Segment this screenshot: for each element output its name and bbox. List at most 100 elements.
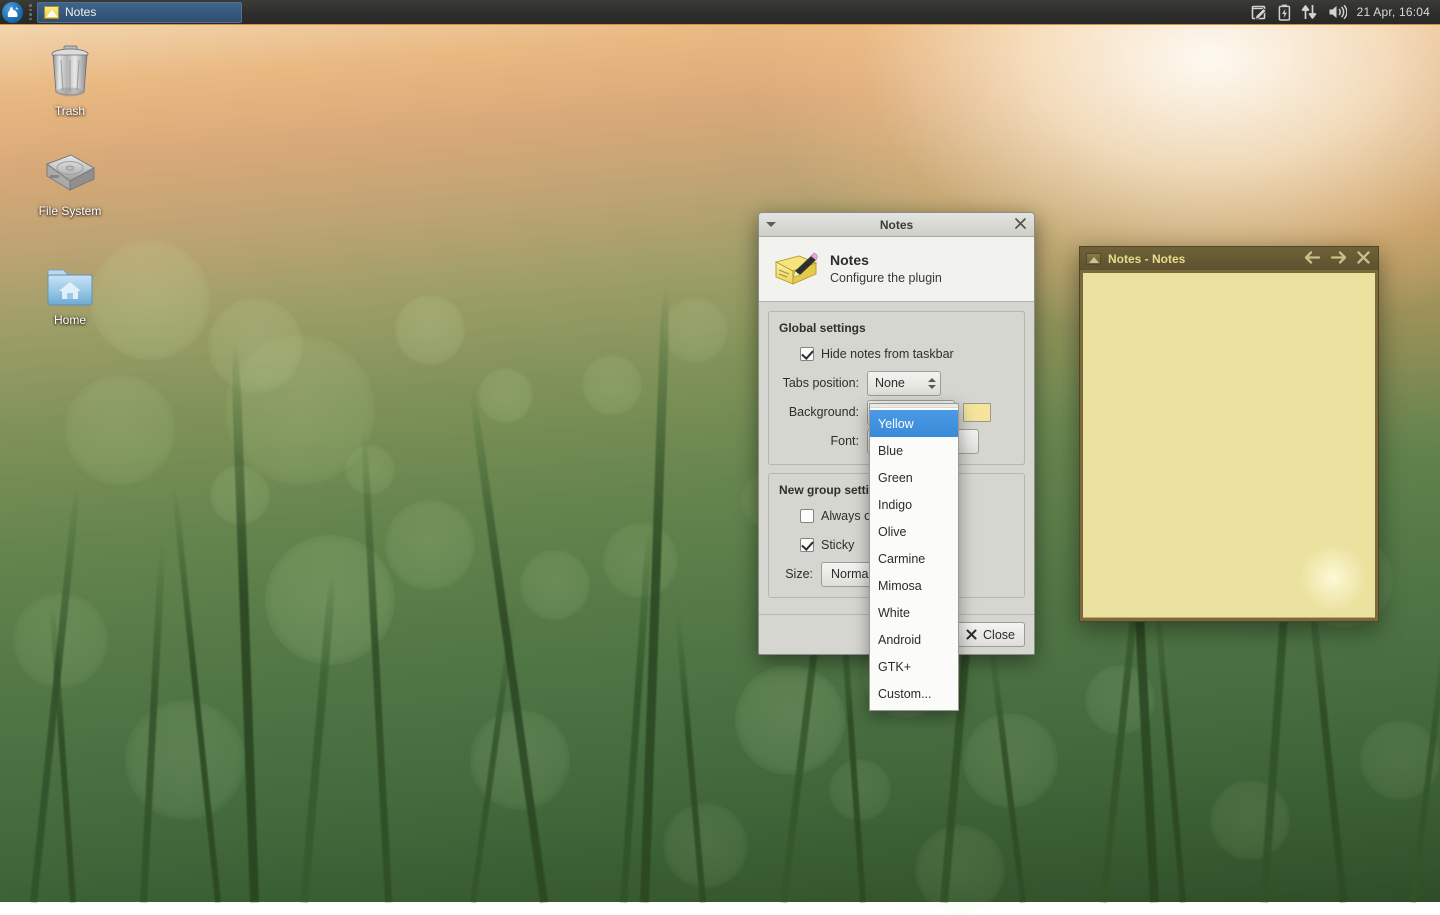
size-label: Size: (779, 567, 821, 581)
background-label: Background: (779, 405, 867, 419)
wallpaper-grass-blade (49, 603, 76, 903)
panel-drag-handle[interactable] (27, 4, 34, 20)
desktop-icon-label: Home (54, 313, 86, 327)
wallpaper-bokeh (663, 298, 728, 363)
wallpaper-grass-blade (360, 432, 392, 902)
dropdown-item[interactable]: Android (870, 626, 958, 653)
close-button[interactable]: Close (956, 622, 1025, 647)
wallpaper-grass-blade (140, 542, 166, 902)
background-dropdown-menu[interactable]: YellowBlueGreenIndigoOliveCarmineMimosaW… (869, 403, 959, 711)
clock[interactable]: 21 Apr, 16:04 (1357, 5, 1430, 19)
wallpaper-bokeh (125, 700, 245, 820)
tabs-position-row: Tabs position: None (779, 370, 1014, 396)
home-folder-icon (44, 262, 96, 309)
taskbar: Notes (0, 0, 1440, 25)
wallpaper-grass-blade (640, 282, 671, 902)
note-titlebar[interactable]: Notes - Notes (1080, 247, 1378, 270)
desktop-icon-trash[interactable]: Trash (24, 42, 116, 118)
network-icon[interactable] (1301, 4, 1318, 20)
tabs-position-label: Tabs position: (779, 376, 867, 390)
sticky-note-window[interactable]: Notes - Notes (1079, 246, 1379, 622)
dropdown-item[interactable]: Olive (870, 518, 958, 545)
spinner-arrows-icon[interactable] (928, 378, 936, 389)
hide-notes-checkbox-row[interactable]: Hide notes from taskbar (779, 341, 1014, 367)
notes-tray-icon[interactable] (1251, 4, 1268, 21)
wallpaper-grass-blade (1152, 583, 1186, 902)
wallpaper-grass-blade (620, 523, 653, 903)
wallpaper-bokeh (1360, 720, 1440, 800)
dropdown-item[interactable]: Carmine (870, 545, 958, 572)
dialog-header-subtitle: Configure the plugin (830, 270, 942, 286)
dropdown-item[interactable]: Custom... (870, 680, 958, 707)
close-icon (966, 629, 977, 640)
desktop-icon-file-system[interactable]: File System (24, 150, 116, 218)
taskbar-button-notes[interactable]: Notes (37, 2, 242, 23)
font-label: Font: (779, 434, 867, 448)
sticky-label: Sticky (821, 538, 854, 552)
dropdown-item[interactable]: Green (870, 464, 958, 491)
wallpaper-grass-blade (230, 342, 259, 902)
always-on-top-checkbox[interactable] (800, 509, 814, 523)
wallpaper-bokeh (265, 535, 395, 665)
wallpaper-grass-blade (1410, 604, 1440, 902)
wallpaper-bokeh (385, 500, 475, 590)
wallpaper-bokeh (735, 665, 845, 775)
global-settings-title: Global settings (779, 321, 1014, 335)
tabs-position-spinner[interactable]: None (867, 371, 941, 396)
tabs-position-value: None (875, 376, 905, 390)
wallpaper-bokeh (208, 298, 303, 393)
system-tray: 21 Apr, 16:04 (1251, 4, 1440, 21)
taskbar-button-label: Notes (65, 5, 96, 19)
wallpaper-bokeh (210, 465, 270, 525)
dropdown-item[interactable]: Blue (870, 437, 958, 464)
hide-notes-checkbox[interactable] (800, 347, 814, 361)
battery-icon[interactable] (1278, 4, 1291, 21)
notes-app-icon (44, 6, 59, 19)
window-menu-icon[interactable] (766, 222, 776, 227)
sticky-checkbox[interactable] (800, 538, 814, 552)
wallpaper-bokeh (395, 295, 465, 365)
arrow-right-icon[interactable] (1330, 250, 1347, 268)
wallpaper-bokeh (963, 713, 1058, 808)
wallpaper-bokeh (470, 710, 570, 810)
wallpaper-bokeh (345, 445, 395, 495)
note-text-area[interactable] (1083, 273, 1375, 618)
wallpaper-bokeh (520, 550, 590, 620)
whisker-menu-icon[interactable] (2, 2, 23, 23)
wallpaper-bokeh (65, 375, 175, 485)
wallpaper-bokeh (225, 335, 375, 485)
dialog-titlebar[interactable]: Notes (759, 213, 1034, 237)
dialog-title: Notes (759, 218, 1034, 232)
dropdown-item[interactable]: GTK+ (870, 653, 958, 680)
wallpaper-grass-blade (468, 387, 548, 903)
desktop-icon-home[interactable]: Home (24, 262, 116, 327)
close-icon[interactable] (1356, 250, 1371, 268)
dialog-header-title: Notes (830, 252, 942, 270)
dropdown-item[interactable]: Mimosa (870, 572, 958, 599)
volume-icon[interactable] (1328, 4, 1347, 20)
hide-notes-label: Hide notes from taskbar (821, 347, 954, 361)
wallpaper-grass-blade (30, 484, 81, 902)
desktop-icon-label: File System (39, 204, 102, 218)
dropdown-item[interactable]: Indigo (870, 491, 958, 518)
dropdown-item[interactable]: Yellow (870, 410, 958, 437)
desktop-icon-label: Trash (55, 104, 85, 118)
arrow-left-icon[interactable] (1304, 250, 1321, 268)
dropdown-top-edge (870, 404, 958, 408)
wallpaper-grass-blade (674, 603, 706, 902)
close-icon[interactable] (1014, 217, 1027, 232)
wallpaper-grass-blade (986, 624, 1026, 903)
close-button-label: Close (983, 628, 1015, 642)
hard-drive-icon (41, 150, 99, 200)
wallpaper-bokeh (663, 803, 748, 888)
background-color-swatch[interactable] (963, 403, 991, 422)
size-value: Normal (831, 567, 871, 581)
note-window-title: Notes - Notes (1108, 252, 1185, 266)
wallpaper-bokeh (1085, 665, 1155, 735)
dropdown-item[interactable]: White (870, 599, 958, 626)
trash-icon (44, 42, 96, 100)
notes-icon (773, 250, 819, 288)
wallpaper-bokeh (1210, 780, 1290, 860)
note-window-icon (1086, 253, 1101, 265)
wallpaper-bokeh (13, 593, 108, 688)
